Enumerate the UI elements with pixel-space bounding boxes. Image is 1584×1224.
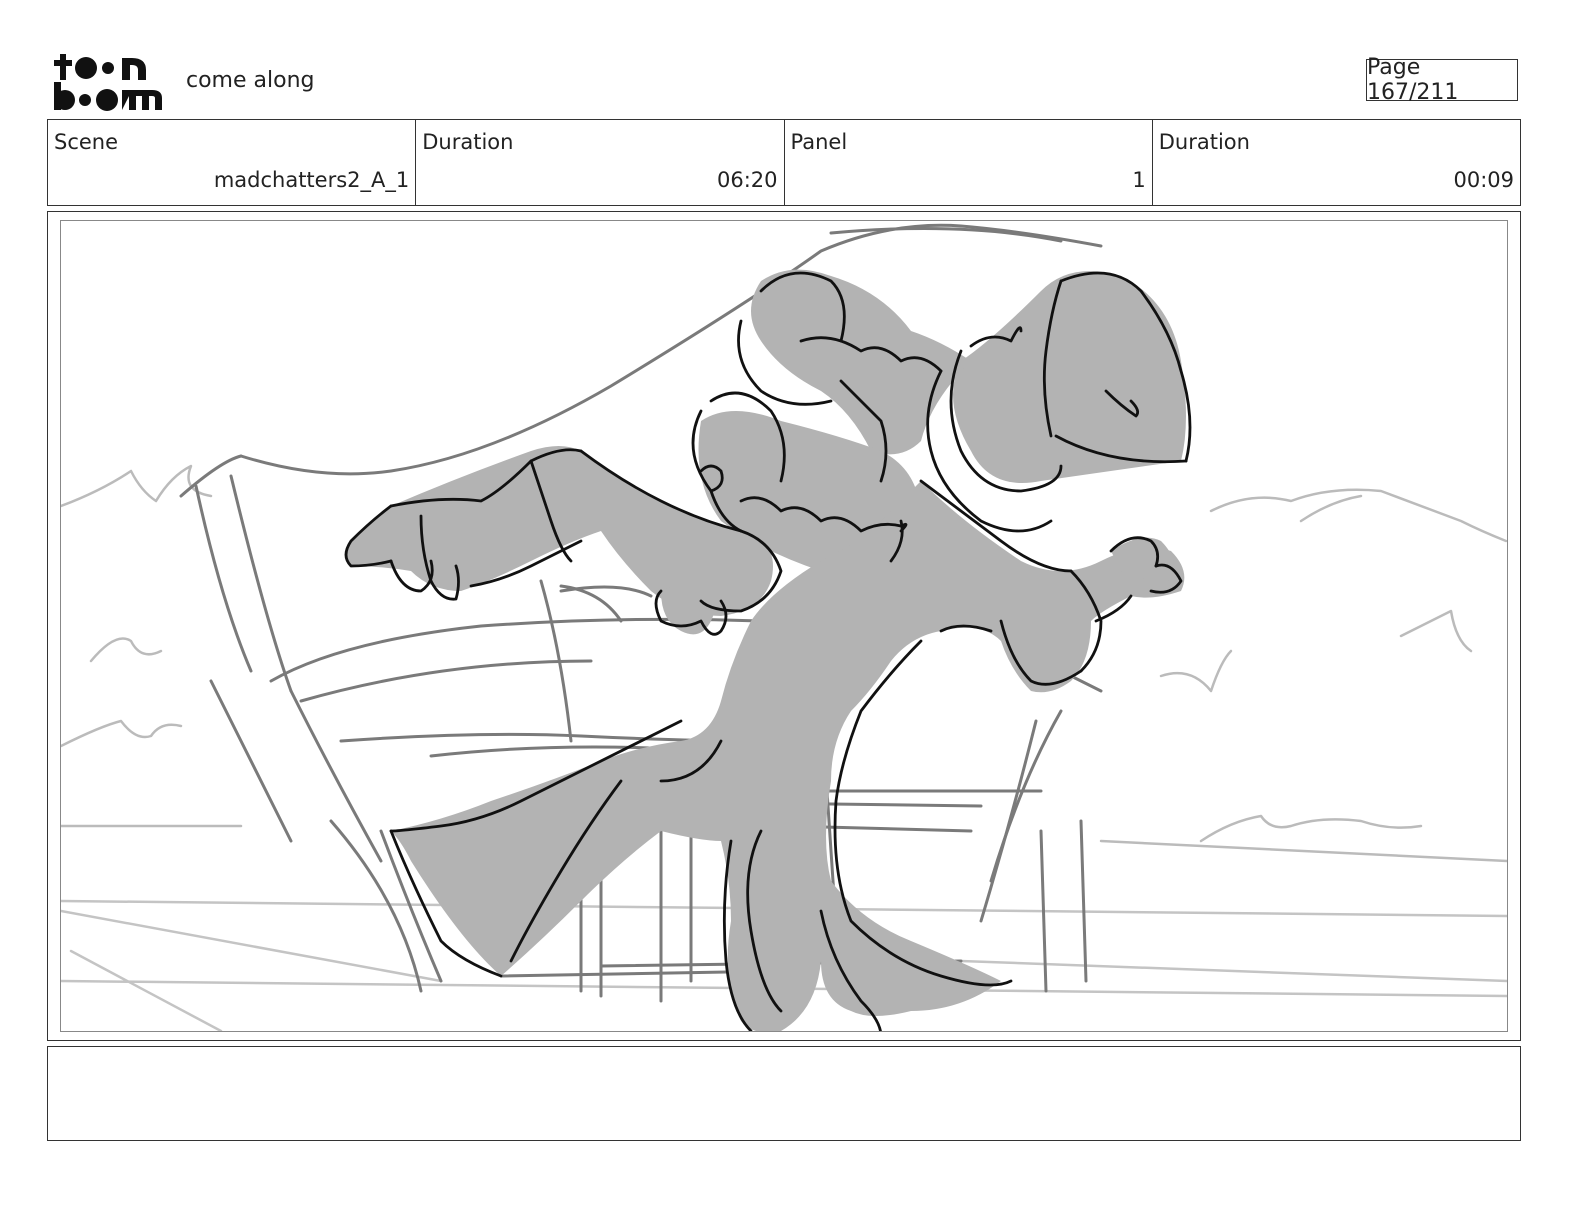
page-label: Page 167/211 <box>1367 55 1459 105</box>
panel-cell: Panel 1 <box>785 120 1153 205</box>
storyboard-sketch <box>60 220 1508 1032</box>
scene-value: madchatters2_A_1 <box>213 168 410 192</box>
page-indicator: Page 167/211 <box>1366 55 1518 105</box>
storyboard-panel-frame <box>47 211 1521 1041</box>
panel-notes-box <box>47 1046 1521 1141</box>
scene-duration-label: Duration <box>422 130 514 154</box>
panel-label: Panel <box>790 130 848 154</box>
panel-value: 1 <box>1132 168 1146 192</box>
sketch-drawing <box>61 223 1507 1031</box>
project-title: come along <box>186 68 315 93</box>
panel-duration-value: 00:09 <box>1453 168 1514 192</box>
panel-duration-cell: Duration 00:09 <box>1153 120 1520 205</box>
panel-duration-label: Duration <box>1158 130 1250 154</box>
scene-cell: Scene madchatters2_A_1 <box>48 120 417 205</box>
scene-info-table: Scene madchatters2_A_1 Duration 06:20 Pa… <box>47 119 1521 206</box>
character-fill <box>346 269 1186 1031</box>
scene-label: Scene <box>54 130 119 154</box>
toon-boom-logo <box>52 52 164 112</box>
scene-duration-cell: Duration 06:20 <box>416 120 785 205</box>
scene-duration-value: 06:20 <box>716 168 778 192</box>
